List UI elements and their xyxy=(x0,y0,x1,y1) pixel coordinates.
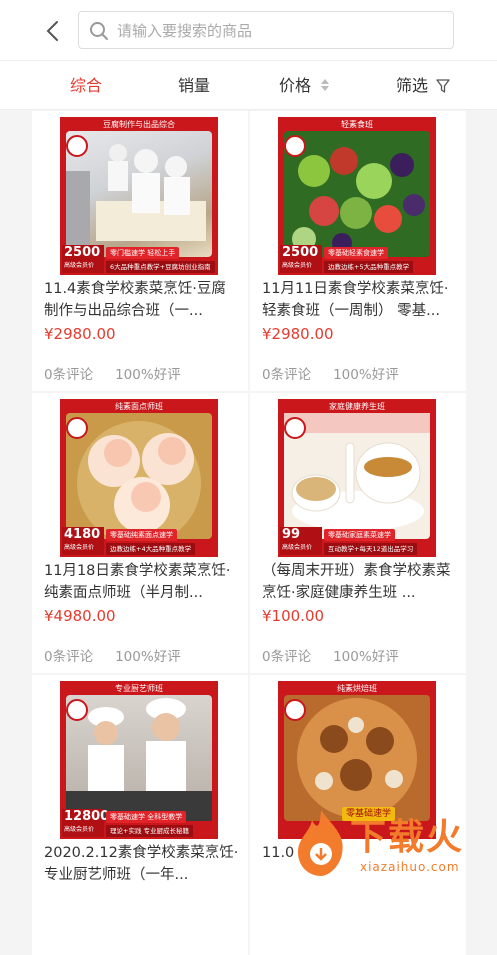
positive-rate: 100%好评 xyxy=(115,367,181,383)
thumb-strip: 互动教学+每天12道出品学习 xyxy=(324,543,418,555)
thumb-price: 99 xyxy=(282,527,301,542)
sort-tab-sales[interactable]: 销量 xyxy=(178,75,210,97)
search-input[interactable] xyxy=(117,19,437,43)
back-icon[interactable] xyxy=(38,16,68,46)
thumb-price: 2500 xyxy=(282,245,319,260)
thumb-price-tag: 2500 高级会员价 xyxy=(62,245,104,273)
thumb-badge: 零基础轻素食速学 xyxy=(324,247,388,259)
thumb-badge: 零基础家庭素菜速学 xyxy=(324,529,395,541)
school-logo-icon xyxy=(284,699,306,721)
thumb-label: 家庭健康养生班 xyxy=(318,400,396,413)
watermark-url: xiazaihuo.com xyxy=(360,860,460,874)
product-title[interactable]: 11月18日素食学校素菜烹饪·纯素面点师班（半月制... xyxy=(44,560,240,604)
thumb-strip: 6大品种重点教学+豆腐坊创业指南 xyxy=(106,261,215,273)
school-logo-icon xyxy=(66,699,88,721)
review-count: 0条评论 xyxy=(44,649,94,665)
product-card[interactable]: 纯素面点师班 4180 高级会员价 零基础纯素面点速学 边教边练+4大品种重点教… xyxy=(32,393,248,673)
product-grid: 豆腐制作与出品综合班 2500 高级会员价 零门槛速学 轻松上手 6大品种重点教… xyxy=(32,111,466,955)
thumb-label: 专业厨艺师班 xyxy=(100,682,178,695)
product-card[interactable]: 专业厨艺师班 12800 高级会员价 零基础速学 全科型教学 理论+实践 专业厨 xyxy=(32,675,248,955)
thumb-price: 2500 xyxy=(64,245,101,260)
thumb-label: 纯素面点师班 xyxy=(100,400,178,413)
tofu-kitchen-photo xyxy=(66,131,212,257)
product-title[interactable]: 11月11日素食学校素菜烹饪·轻素食班（一周制） 零基... xyxy=(262,278,458,322)
thumb-price-sub: 高级会员价 xyxy=(282,262,313,269)
thumb-badge: 零门槛速学 轻松上手 xyxy=(106,247,180,259)
product-card[interactable]: 豆腐制作与出品综合班 2500 高级会员价 零门槛速学 轻松上手 6大品种重点教… xyxy=(32,111,248,391)
filter-icon xyxy=(436,77,450,99)
sort-tab-sales-label: 销量 xyxy=(178,76,211,95)
review-count: 0条评论 xyxy=(262,367,312,383)
thumb-price-sub: 高级会员价 xyxy=(282,544,313,551)
sort-tab-price-label: 价格 xyxy=(279,76,312,95)
product-thumbnail[interactable]: 家庭健康养生班 99 高级会员价 零基础家庭素菜速学 互动教学+每天12道出品学… xyxy=(278,399,436,557)
top-bar xyxy=(0,0,497,60)
sort-tab-filter-label: 筛选 xyxy=(396,76,429,95)
thumb-price-tag: 2500 高级会员价 xyxy=(280,245,322,273)
thumb-price: 12800 xyxy=(64,809,110,824)
product-price: ¥2980.00 xyxy=(44,325,116,343)
chefs-photo xyxy=(66,695,212,821)
thumb-price: 4180 xyxy=(64,527,101,542)
thumb-strip: 边教边练+4大品种重点教学 xyxy=(106,543,196,555)
sort-tab-price[interactable]: 价格 xyxy=(279,75,330,97)
tea-set-photo xyxy=(284,413,430,539)
product-thumbnail[interactable]: 纯素面点师班 4180 高级会员价 零基础纯素面点速学 边教边练+4大品种重点教… xyxy=(60,399,218,557)
thumb-badge: 零基础纯素面点速学 xyxy=(106,529,177,541)
positive-rate: 100%好评 xyxy=(115,649,181,665)
positive-rate: 100%好评 xyxy=(333,367,399,383)
product-meta: 0条评论 100%好评 xyxy=(262,645,421,665)
baked-bread-photo xyxy=(284,695,430,821)
positive-rate: 100%好评 xyxy=(333,649,399,665)
thumb-price-sub: 高级会员价 xyxy=(64,262,95,269)
review-count: 0条评论 xyxy=(44,367,94,383)
search-box[interactable] xyxy=(78,11,454,49)
search-icon xyxy=(89,21,109,41)
watermark: 下载火 xiazaihuo.com xyxy=(290,806,497,883)
product-price: ¥4980.00 xyxy=(44,607,116,625)
school-logo-icon xyxy=(284,135,306,157)
thumb-label: 豆腐制作与出品综合班 xyxy=(100,118,178,142)
thumb-price-tag: 99 高级会员价 xyxy=(280,527,322,555)
sort-arrows-icon xyxy=(320,76,330,91)
thumb-price-tag: 12800 高级会员价 xyxy=(62,809,110,837)
product-meta: 0条评论 100%好评 xyxy=(44,363,203,383)
product-price: ¥100.00 xyxy=(262,607,325,625)
school-logo-icon xyxy=(284,417,306,439)
thumb-badge: 零基础速学 全科型教学 xyxy=(106,811,187,823)
school-logo-icon xyxy=(66,135,88,157)
sort-tab-default[interactable]: 综合 xyxy=(70,75,102,97)
watermark-text: 下载火 xyxy=(350,817,465,858)
thumb-price-tag: 4180 高级会员价 xyxy=(62,527,104,555)
thumb-label: 纯素烘焙班 xyxy=(318,682,396,695)
thumb-label: 轻素食班 xyxy=(318,118,396,131)
thumb-price-sub: 高级会员价 xyxy=(64,826,95,833)
flame-logo-icon xyxy=(298,810,343,876)
sort-tab-filter[interactable]: 筛选 xyxy=(396,75,450,97)
thumb-strip: 边教边练+5大品种重点教学 xyxy=(324,261,414,273)
product-meta: 0条评论 100%好评 xyxy=(44,645,203,665)
peach-bun-photo xyxy=(66,413,212,545)
product-thumbnail[interactable]: 专业厨艺师班 12800 高级会员价 零基础速学 全科型教学 理论+实践 专业厨 xyxy=(60,681,218,839)
school-logo-icon xyxy=(66,417,88,439)
review-count: 0条评论 xyxy=(262,649,312,665)
product-title[interactable]: 2020.2.12素食学校素菜烹饪·专业厨艺师班（一年... xyxy=(44,842,240,886)
product-price: ¥2980.00 xyxy=(262,325,334,343)
product-thumbnail[interactable]: 轻素食班 2500 高级会员价 零基础轻素食速学 边教边练+5大品种重点教学 xyxy=(278,117,436,275)
salad-photo xyxy=(284,131,430,257)
product-card[interactable]: 家庭健康养生班 99 高级会员价 零基础家庭素菜速学 互动教学+每天12道出品学… xyxy=(250,393,466,673)
sort-tab-default-label: 综合 xyxy=(70,76,103,95)
product-thumbnail[interactable]: 豆腐制作与出品综合班 2500 高级会员价 零门槛速学 轻松上手 6大品种重点教… xyxy=(60,117,218,275)
thumb-strip: 理论+实践 专业厨成长秘籍 xyxy=(106,825,194,837)
product-title[interactable]: （每周末开班）素食学校素菜烹饪·家庭健康养生班 ... xyxy=(262,560,458,604)
product-card[interactable]: 轻素食班 2500 高级会员价 零基础轻素食速学 边教边练+5大品种重点教学 1… xyxy=(250,111,466,391)
product-title[interactable]: 11.4素食学校素菜烹饪·豆腐制作与出品综合班（一... xyxy=(44,278,240,322)
sort-bar: 综合 销量 价格 筛选 xyxy=(0,60,497,110)
product-meta: 0条评论 100%好评 xyxy=(262,363,421,383)
thumb-price-sub: 高级会员价 xyxy=(64,544,95,551)
